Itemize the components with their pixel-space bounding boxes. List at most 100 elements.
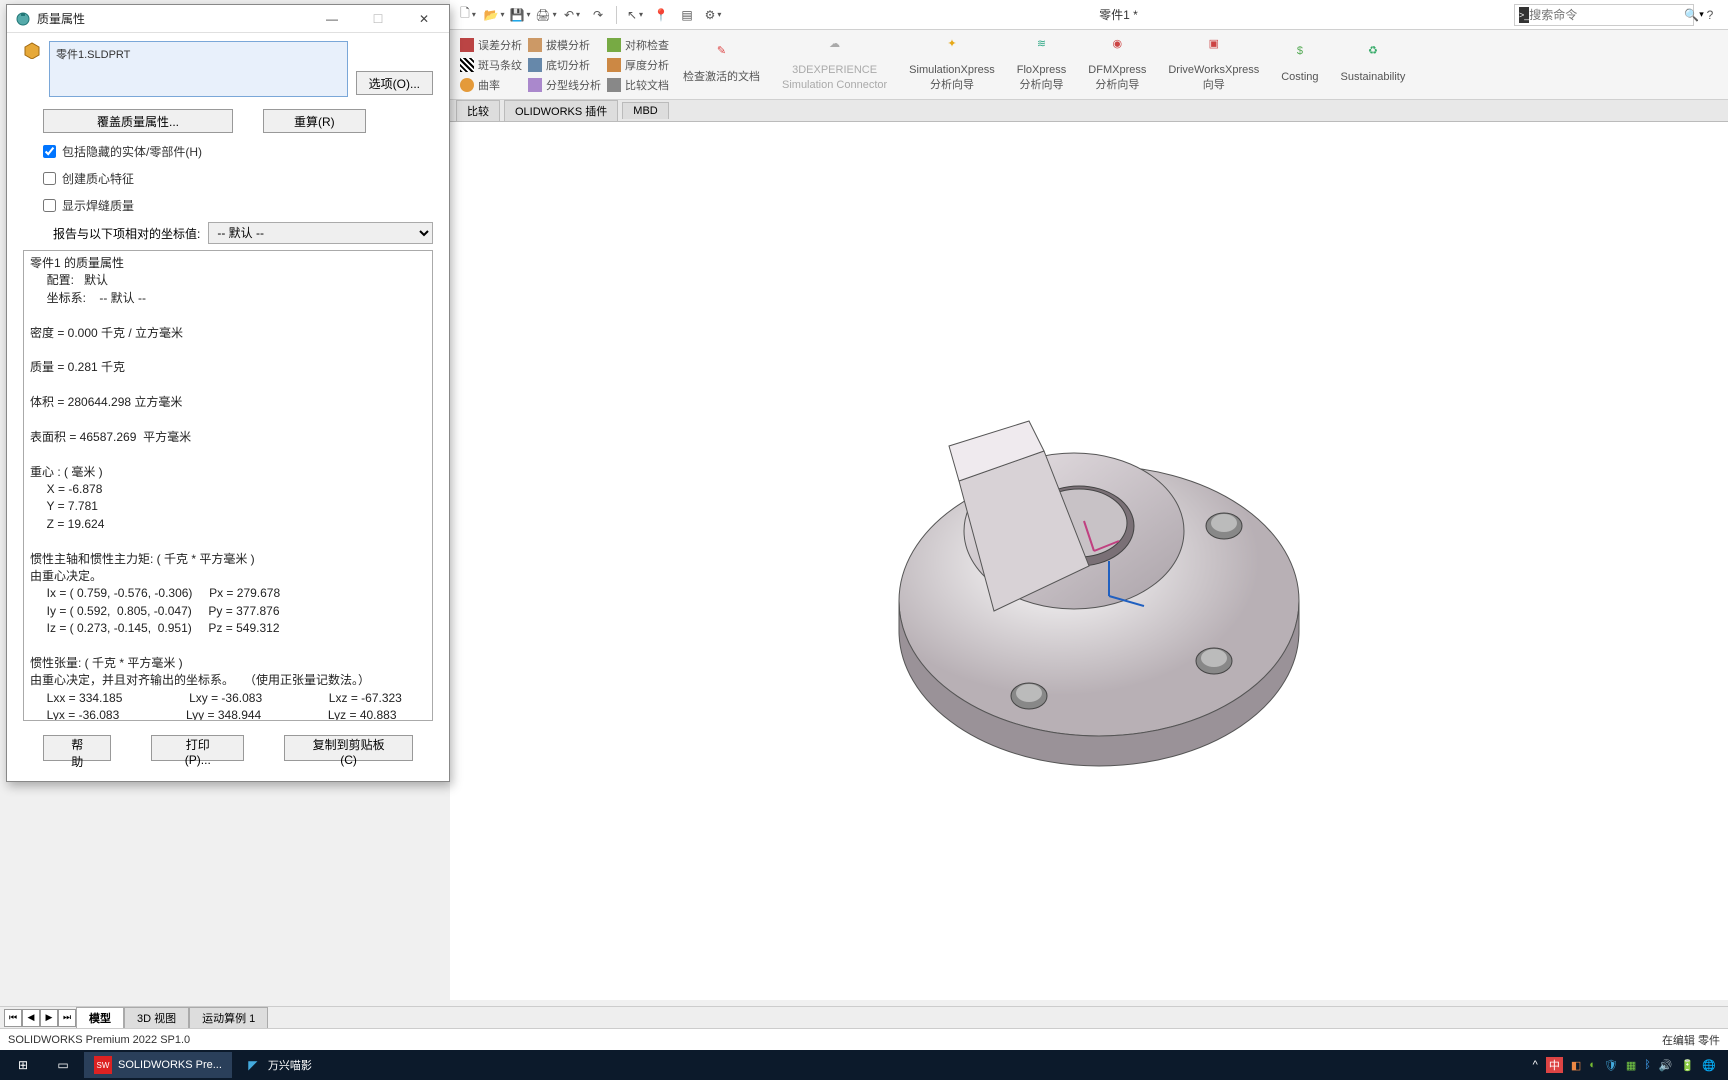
flow-icon: ≋ bbox=[1030, 37, 1054, 61]
ribbon-floxpress[interactable]: ≋FloXpress分析向导 bbox=[1007, 32, 1077, 97]
taskbar-solidworks[interactable]: SWSOLIDWORKS Pre... bbox=[84, 1052, 232, 1078]
terminal-icon: >_ bbox=[1519, 7, 1529, 23]
check-weld[interactable]: 显示焊缝质量 bbox=[23, 197, 433, 214]
nav-prev-icon[interactable]: ◀ bbox=[22, 1009, 40, 1027]
tray-app-icon[interactable]: ◧ bbox=[1571, 1059, 1581, 1072]
r-iy: Iy = ( 0.592, 0.805, -0.047) Py = 377.87… bbox=[30, 604, 280, 618]
tray-shield-icon[interactable]: 🛡 bbox=[1604, 1059, 1618, 1072]
ribbon-sustainability[interactable]: ♻Sustainability bbox=[1331, 32, 1416, 97]
help-button[interactable]: 帮助 bbox=[43, 735, 111, 761]
ribbon-label: 对称检查 bbox=[625, 37, 669, 53]
check-center-input[interactable] bbox=[43, 172, 56, 185]
dialog-title: 质量属性 bbox=[37, 10, 85, 27]
override-button[interactable]: 覆盖质量属性... bbox=[43, 109, 233, 133]
thickness-icon bbox=[607, 58, 621, 72]
tab-mbd[interactable]: MBD bbox=[622, 102, 668, 119]
taskbar: ⊞ ▭ SWSOLIDWORKS Pre... ◤万兴喵影 ^ 中 ◧ ◐ 🛡 … bbox=[0, 1050, 1728, 1080]
print-button[interactable]: 打印(P)... bbox=[151, 735, 244, 761]
search-input[interactable] bbox=[1529, 8, 1684, 22]
r-p-sub: 由重心决定。 bbox=[30, 569, 102, 583]
r-mass: 质量 = 0.281 千克 bbox=[30, 360, 125, 374]
ribbon-label: 比较文档 bbox=[625, 77, 669, 93]
pin-icon[interactable]: 📍 bbox=[651, 5, 671, 25]
tab-compare[interactable]: 比较 bbox=[456, 100, 500, 121]
taskbar-label: SOLIDWORKS Pre... bbox=[118, 1059, 222, 1071]
check-icon: ✎ bbox=[710, 44, 734, 68]
search-box[interactable]: >_ 🔍 ▾ bbox=[1514, 4, 1694, 26]
select-icon[interactable]: ↖ bbox=[625, 5, 645, 25]
results-box[interactable]: 零件1 的质量属性 配置: 默认 坐标系: -- 默认 -- 密度 = 0.00… bbox=[23, 250, 433, 721]
graphics-area[interactable] bbox=[450, 122, 1728, 1000]
minimize-button[interactable]: — bbox=[315, 8, 349, 30]
rebuild-icon[interactable]: ▤ bbox=[677, 5, 697, 25]
tray-battery-icon[interactable]: 🔋 bbox=[1681, 1059, 1695, 1072]
task-view-button[interactable]: ▭ bbox=[44, 1052, 82, 1078]
nav-next-icon[interactable]: ▶ bbox=[40, 1009, 58, 1027]
ribbon-dfmxpress[interactable]: ◉DFMXpress分析向导 bbox=[1078, 32, 1156, 97]
print-icon[interactable]: 🖨 bbox=[536, 5, 556, 25]
check-center[interactable]: 创建质心特征 bbox=[23, 170, 433, 187]
ribbon-symmetry[interactable]: 对称检查 bbox=[605, 36, 671, 54]
tray-ime-icon[interactable]: 中 bbox=[1546, 1057, 1563, 1073]
redo-icon[interactable]: ↷ bbox=[588, 5, 608, 25]
ribbon-curvature[interactable]: 曲率 bbox=[458, 76, 524, 94]
ribbon-label: 3DEXPERIENCE bbox=[792, 63, 877, 77]
tab-addins[interactable]: OLIDWORKS 插件 bbox=[504, 100, 618, 121]
tab-motion[interactable]: 运动算例 1 bbox=[189, 1007, 268, 1029]
tray-volume-icon[interactable]: 🔊 bbox=[1659, 1059, 1673, 1072]
tray-up-icon[interactable]: ^ bbox=[1533, 1059, 1538, 1071]
copy-button[interactable]: 复制到剪贴板(C) bbox=[284, 735, 413, 761]
check-hidden[interactable]: 包括隐藏的实体/零部件(H) bbox=[23, 143, 433, 160]
tray-gpu-icon[interactable]: ▦ bbox=[1626, 1059, 1636, 1072]
tab-model[interactable]: 模型 bbox=[76, 1007, 124, 1029]
sim-icon: ✦ bbox=[940, 37, 964, 61]
nav-first-icon[interactable]: ⏮ bbox=[4, 1009, 22, 1027]
tray-nvidia-icon[interactable]: ◐ bbox=[1589, 1059, 1596, 1071]
ribbon-label: 曲率 bbox=[478, 77, 500, 93]
mass-properties-dialog: 质量属性 — ☐ ✕ 零件1.SLDPRT 选项(O)... 覆盖质量属性...… bbox=[6, 4, 450, 782]
ribbon-label: FloXpress bbox=[1017, 63, 1067, 77]
ribbon-simulationxpress[interactable]: ✦SimulationXpress分析向导 bbox=[899, 32, 1005, 97]
ribbon-label: 检查激活的文档 bbox=[683, 70, 760, 84]
settings-icon[interactable]: ⚙ bbox=[703, 5, 723, 25]
undo-icon[interactable]: ↶ bbox=[562, 5, 582, 25]
file-selection[interactable]: 零件1.SLDPRT bbox=[49, 41, 348, 97]
ribbon-thickness[interactable]: 厚度分析 bbox=[605, 56, 671, 74]
check-hidden-input[interactable] bbox=[43, 145, 56, 158]
ribbon-label: 斑马条纹 bbox=[478, 57, 522, 73]
ribbon-label: 底切分析 bbox=[546, 57, 590, 73]
symmetry-icon bbox=[607, 38, 621, 52]
ribbon-error-analysis[interactable]: 误差分析 bbox=[458, 36, 524, 54]
recalculate-button[interactable]: 重算(R) bbox=[263, 109, 366, 133]
check-weld-input[interactable] bbox=[43, 199, 56, 212]
help-icon[interactable]: ? bbox=[1700, 5, 1720, 25]
ribbon-costing[interactable]: $Costing bbox=[1271, 32, 1328, 97]
taskbar-wanxing[interactable]: ◤ 万兴喵影 bbox=[234, 1052, 322, 1078]
ribbon-undercut[interactable]: 底切分析 bbox=[526, 56, 603, 74]
mass-icon bbox=[15, 11, 31, 27]
ribbon-compare-doc[interactable]: 比较文档 bbox=[605, 76, 671, 94]
wx-icon: ◤ bbox=[244, 1056, 262, 1074]
r-center-head: 重心 : ( 毫米 ) bbox=[30, 465, 103, 479]
part-icon bbox=[23, 41, 41, 59]
taskview-icon: ▭ bbox=[54, 1056, 72, 1074]
tab-3dview[interactable]: 3D 视图 bbox=[124, 1007, 189, 1029]
ribbon-parting-line[interactable]: 分型线分析 bbox=[526, 76, 603, 94]
options-button[interactable]: 选项(O)... bbox=[356, 71, 433, 95]
tray-bluetooth-icon[interactable]: ᛒ bbox=[1644, 1059, 1651, 1071]
tray-network-icon[interactable]: 🌐 bbox=[1702, 1059, 1716, 1072]
ribbon-check-active[interactable]: ✎ 检查激活的文档 bbox=[673, 32, 770, 97]
ribbon-draft-analysis[interactable]: 拔模分析 bbox=[526, 36, 603, 54]
search-icon[interactable]: 🔍 bbox=[1684, 8, 1699, 22]
nav-last-icon[interactable]: ⏭ bbox=[58, 1009, 76, 1027]
close-button[interactable]: ✕ bbox=[407, 8, 441, 30]
taskbar-label: 万兴喵影 bbox=[268, 1057, 312, 1073]
ribbon-driveworks[interactable]: ▣DriveWorksXpress向导 bbox=[1158, 32, 1269, 97]
save-icon[interactable]: 💾 bbox=[510, 5, 530, 25]
new-icon[interactable]: 🗋 bbox=[458, 5, 478, 25]
coord-select[interactable]: -- 默认 -- bbox=[208, 222, 433, 244]
open-icon[interactable]: 📂 bbox=[484, 5, 504, 25]
dialog-titlebar[interactable]: 质量属性 — ☐ ✕ bbox=[7, 5, 449, 33]
ribbon-zebra[interactable]: 斑马条纹 bbox=[458, 56, 524, 74]
start-button[interactable]: ⊞ bbox=[4, 1052, 42, 1078]
